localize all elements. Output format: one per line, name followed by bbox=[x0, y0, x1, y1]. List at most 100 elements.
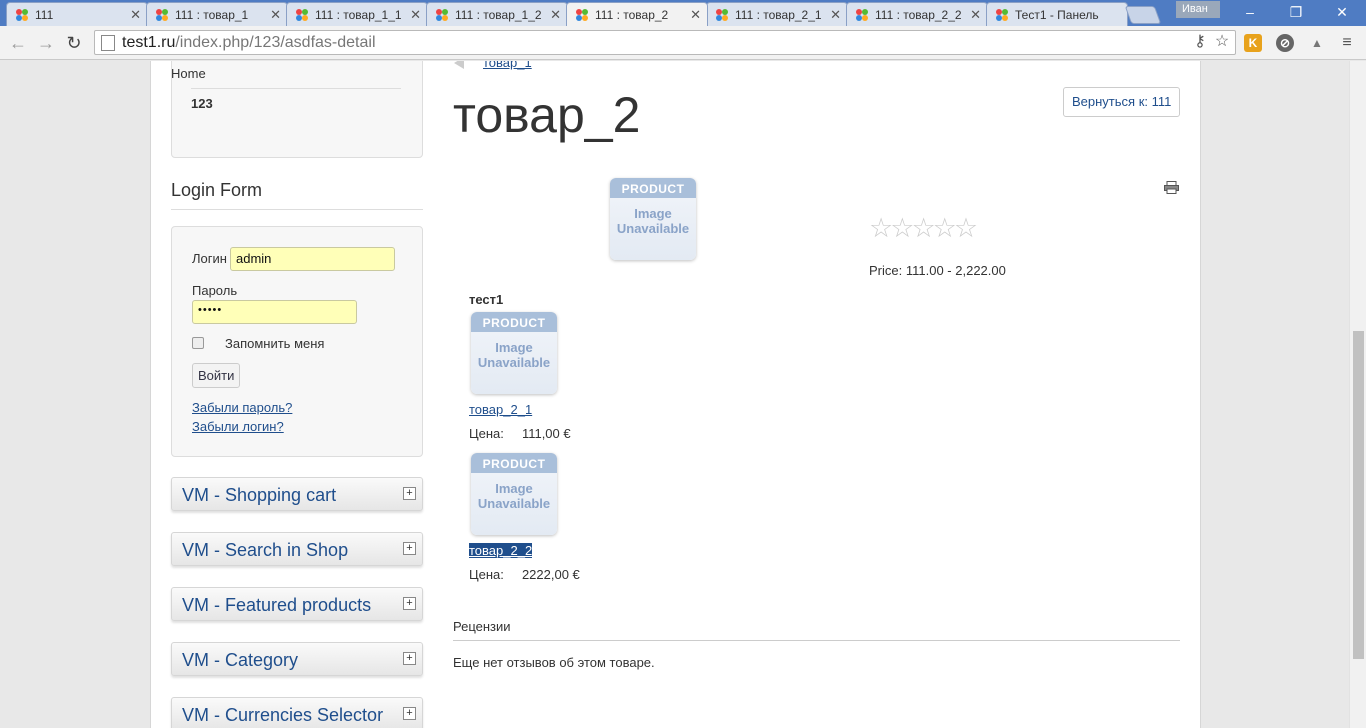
expand-plus-icon[interactable]: + bbox=[403, 542, 416, 555]
joomla-favicon-icon bbox=[16, 8, 28, 21]
reviews-empty-message: Еще нет отзывов об этом товаре. bbox=[453, 655, 655, 670]
key-icon[interactable]: ⚷ bbox=[1190, 32, 1210, 52]
reload-icon[interactable]: ↻ bbox=[64, 33, 84, 53]
page-scrollbar[interactable] bbox=[1349, 61, 1366, 728]
k-extension-icon[interactable]: K bbox=[1244, 34, 1262, 52]
scrollbar-thumb[interactable] bbox=[1353, 331, 1364, 659]
forgot-password-link[interactable]: Забыли пароль? bbox=[192, 400, 292, 415]
browser-tab-strip: 111 ✕ 111 : товар_1 ✕ 111 : товар_1_1 ✕ … bbox=[0, 0, 1366, 26]
browser-tab[interactable]: 111 : товар_1_2 ✕ bbox=[426, 2, 568, 26]
browser-tab[interactable]: Тест1 - Панель bbox=[986, 2, 1128, 26]
address-bar[interactable]: test1.ru/index.php/123/asdfas-detail bbox=[94, 30, 1236, 55]
browser-tab-title: 111 : товар_1_1 bbox=[315, 7, 402, 22]
vm-currencies-selector-module[interactable]: VM - Currencies Selector + bbox=[171, 697, 423, 728]
browser-tab[interactable]: 111 : товар_2_1 ✕ bbox=[706, 2, 848, 26]
browser-tab-title: 111 : товар_1 bbox=[175, 7, 249, 22]
vm-featured-products-module[interactable]: VM - Featured products + bbox=[171, 587, 423, 621]
browser-tab[interactable]: 111 : товар_2_2 ✕ bbox=[846, 2, 988, 26]
login-form-title: Login Form bbox=[171, 180, 423, 210]
child-product-image[interactable]: PRODUCT Image Unavailable bbox=[471, 312, 557, 394]
price-range: Price: 111.00 - 2,222.00 bbox=[869, 263, 1006, 278]
joomla-favicon-icon bbox=[296, 8, 308, 21]
drive-extension-icon[interactable]: ▲ bbox=[1308, 34, 1326, 52]
joomla-favicon-icon bbox=[856, 8, 868, 21]
remember-me-checkbox[interactable] bbox=[192, 337, 204, 349]
module-title: VM - Category bbox=[182, 650, 299, 670]
page-info-icon[interactable] bbox=[101, 34, 115, 51]
module-title: VM - Search in Shop bbox=[182, 540, 349, 560]
module-title: VM - Shopping cart bbox=[182, 485, 337, 505]
expand-plus-icon[interactable]: + bbox=[403, 652, 416, 665]
previous-product-link[interactable]: товар_1 bbox=[483, 61, 532, 70]
browser-tab[interactable]: 111 : товар_1 ✕ bbox=[146, 2, 288, 26]
module-title: VM - Currencies Selector bbox=[182, 705, 384, 725]
vm-shopping-cart-module[interactable]: VM - Shopping cart + bbox=[171, 477, 423, 511]
restore-window-icon[interactable]: ❐ bbox=[1282, 3, 1310, 21]
child-product-link[interactable]: товар_2_1 bbox=[469, 402, 532, 417]
username-label: Логин bbox=[192, 251, 227, 266]
new-tab-button[interactable] bbox=[1124, 6, 1162, 24]
joomla-favicon-icon bbox=[996, 8, 1008, 21]
vm-category-module[interactable]: VM - Category + bbox=[171, 642, 423, 676]
rating-stars: ☆ ☆ ☆ ☆ ☆ bbox=[869, 213, 979, 243]
menu-item-123[interactable]: 123 bbox=[191, 96, 401, 111]
forgot-login-link[interactable]: Забыли логин? bbox=[192, 419, 284, 434]
vm-search-module[interactable]: VM - Search in Shop + bbox=[171, 532, 423, 566]
joomla-favicon-icon bbox=[156, 8, 168, 21]
reviews-heading: Рецензии bbox=[453, 619, 1180, 641]
menu-divider bbox=[191, 88, 401, 89]
browser-tab-title: 111 bbox=[35, 7, 54, 22]
child-product-price: Цена: 2222,00 € bbox=[469, 567, 580, 582]
close-tab-icon[interactable]: ✕ bbox=[410, 7, 421, 23]
bookmark-star-icon[interactable]: ☆ bbox=[1212, 32, 1232, 52]
child-product-price: Цена: 111,00 € bbox=[469, 426, 571, 441]
browser-tab-active[interactable]: 111 : товар_2 ✕ bbox=[566, 2, 708, 26]
star-empty-icon: ☆ bbox=[953, 213, 979, 243]
joomla-favicon-icon bbox=[576, 8, 588, 21]
browser-toolbar: ← → ↻ test1.ru/index.php/123/asdfas-deta… bbox=[0, 26, 1366, 60]
menu-hamburger-icon[interactable]: ≡ bbox=[1338, 34, 1356, 52]
back-arrow-icon[interactable]: ← bbox=[8, 33, 28, 53]
address-url: test1.ru/index.php/123/asdfas-detail bbox=[122, 33, 376, 51]
browser-tab[interactable]: 111 ✕ bbox=[6, 2, 148, 26]
expand-plus-icon[interactable]: + bbox=[403, 597, 416, 610]
browser-tab-title: 111 : товар_2 bbox=[595, 7, 669, 22]
browser-tab-title: 111 : товар_2_2 bbox=[875, 7, 962, 22]
joomla-favicon-icon bbox=[716, 8, 728, 21]
close-tab-icon[interactable]: ✕ bbox=[270, 7, 281, 23]
child-category-title: тест1 bbox=[469, 292, 504, 307]
password-field[interactable]: ••••• bbox=[192, 300, 357, 324]
back-to-category-button[interactable]: Вернуться к: 111 bbox=[1063, 87, 1181, 117]
forward-arrow-icon[interactable]: → bbox=[36, 33, 56, 53]
browser-tab-title: Тест1 - Панель bbox=[1015, 7, 1099, 22]
close-tab-icon[interactable]: ✕ bbox=[130, 7, 141, 23]
close-window-icon[interactable]: ✕ bbox=[1328, 3, 1356, 21]
profile-name-badge[interactable]: Иван bbox=[1176, 1, 1220, 18]
previous-arrow-icon bbox=[454, 61, 464, 69]
page-container: Home 123 Login Form Логин admin Пароль •… bbox=[150, 61, 1201, 728]
close-tab-icon[interactable]: ✕ bbox=[830, 7, 841, 23]
page-viewport: Home 123 Login Form Логин admin Пароль •… bbox=[0, 61, 1366, 728]
username-field[interactable]: admin bbox=[230, 247, 395, 271]
expand-plus-icon[interactable]: + bbox=[403, 707, 416, 720]
joomla-favicon-icon bbox=[436, 8, 448, 21]
minimize-window-icon[interactable]: – bbox=[1236, 3, 1264, 21]
compass-extension-icon[interactable]: ⊘ bbox=[1276, 34, 1294, 52]
close-tab-icon[interactable]: ✕ bbox=[550, 7, 561, 23]
child-product-image[interactable]: PRODUCT Image Unavailable bbox=[471, 453, 557, 535]
browser-tab-title: 111 : товар_2_1 bbox=[735, 7, 822, 22]
print-icon[interactable] bbox=[1164, 181, 1179, 194]
close-tab-icon[interactable]: ✕ bbox=[970, 7, 981, 23]
product-image-unavailable[interactable]: PRODUCT Image Unavailable bbox=[610, 178, 696, 260]
browser-tab-title: 111 : товар_1_2 bbox=[455, 7, 542, 22]
expand-plus-icon[interactable]: + bbox=[403, 487, 416, 500]
child-product-link-selected[interactable]: товар_2_2 bbox=[469, 543, 533, 558]
menu-item-home[interactable]: Home bbox=[171, 66, 381, 81]
module-title: VM - Featured products bbox=[182, 595, 372, 615]
remember-me-label: Запомнить меня bbox=[225, 336, 325, 351]
browser-tab[interactable]: 111 : товар_1_1 ✕ bbox=[286, 2, 428, 26]
password-label: Пароль bbox=[192, 283, 238, 298]
login-submit-button[interactable]: Войти bbox=[192, 363, 241, 388]
page-title: товар_2 bbox=[453, 87, 641, 143]
close-tab-icon[interactable]: ✕ bbox=[690, 7, 701, 23]
